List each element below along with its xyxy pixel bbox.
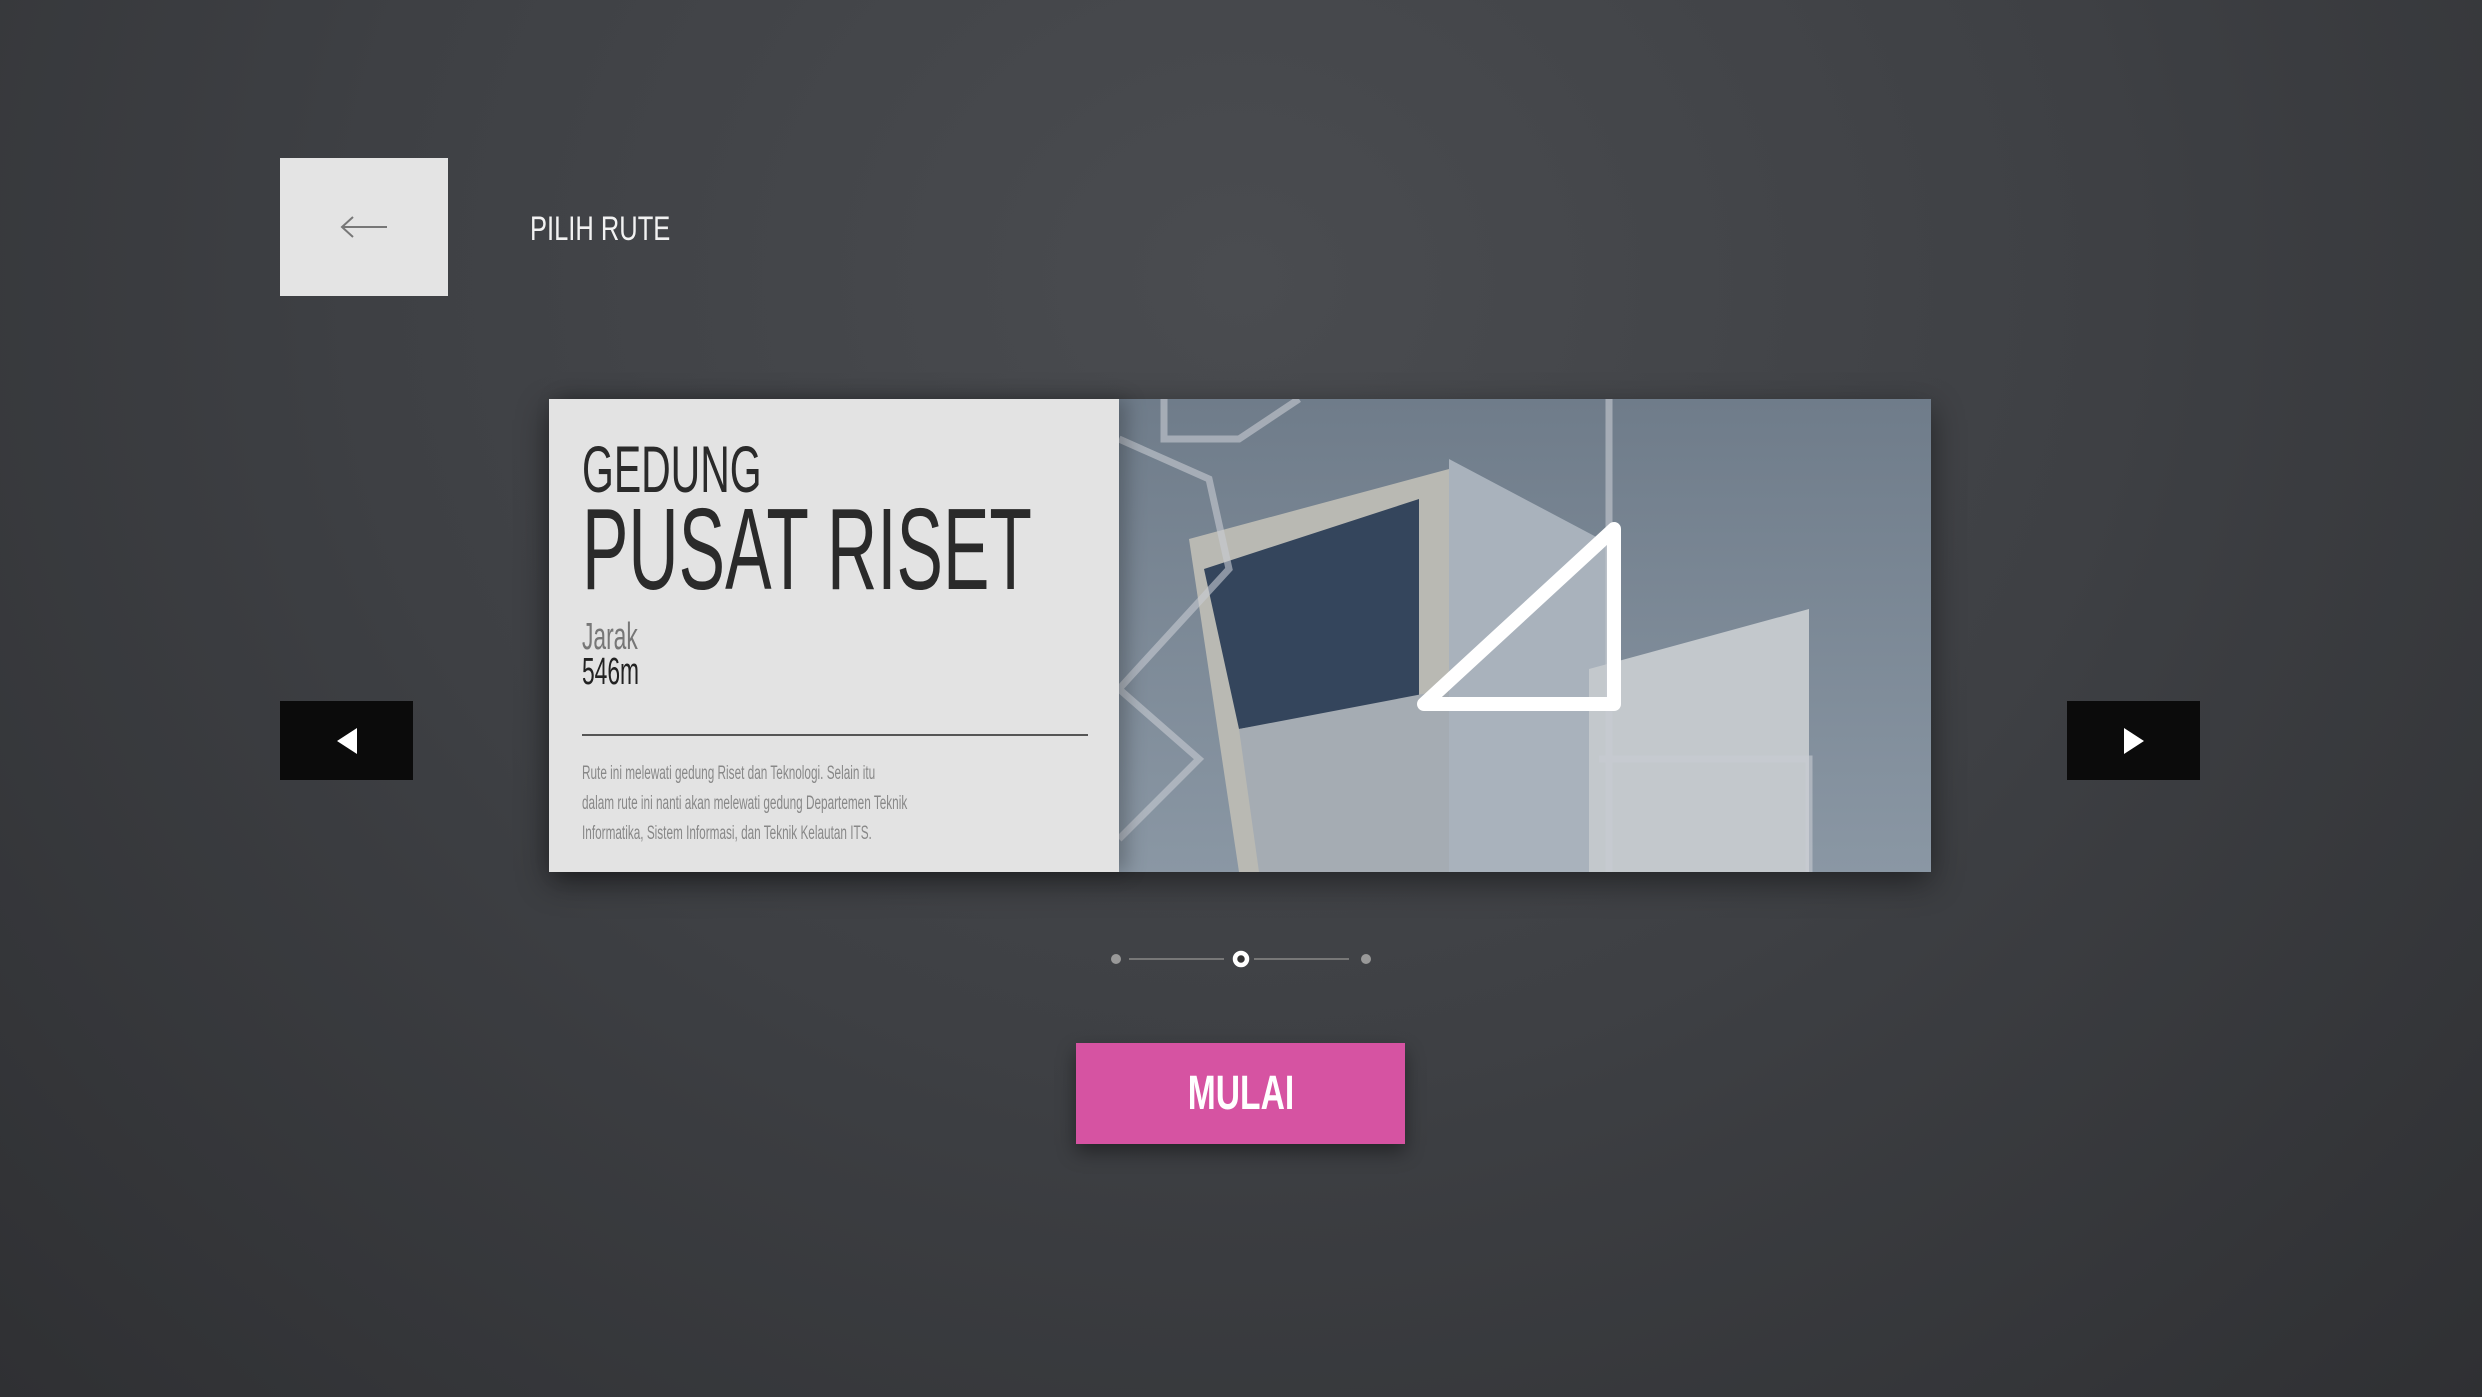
distance-value: 546m [582,651,640,693]
arrow-left-icon [340,216,387,238]
page-title: PILIH RUTE [530,210,717,249]
pagination-dot-active[interactable] [1232,950,1250,968]
triangle-left-icon [336,727,357,754]
next-route-button[interactable] [2067,701,2200,780]
start-button-label: MULAI [1187,1067,1294,1120]
description-line: Rute ini melewati gedung Riset dan Tekno… [582,763,876,784]
triangle-right-icon [2123,727,2144,754]
back-button[interactable] [280,158,448,296]
route-name: PUSAT RISET [582,484,1032,614]
building-photo [1119,399,1931,872]
route-card: GEDUNG PUSAT RISET Jarak 546m Rute ini m… [549,399,1931,872]
description-line: dalam rute ini nanti akan melewati gedun… [582,793,908,814]
start-button[interactable]: MULAI [1076,1043,1405,1144]
pagination-dot[interactable] [1361,954,1371,964]
route-info-panel: GEDUNG PUSAT RISET Jarak 546m Rute ini m… [549,399,1119,872]
carousel-pagination [1111,950,1371,968]
route-description: Rute ini melewati gedung Riset dan Tekno… [582,759,1016,849]
description-line: Informatika, Sistem Informasi, dan Tekni… [582,823,872,844]
page-title-text: PILIH RUTE [530,210,671,248]
building-illustration [1119,399,1813,872]
previous-route-button[interactable] [280,701,413,780]
divider [582,734,1088,736]
pagination-dot[interactable] [1111,954,1121,964]
